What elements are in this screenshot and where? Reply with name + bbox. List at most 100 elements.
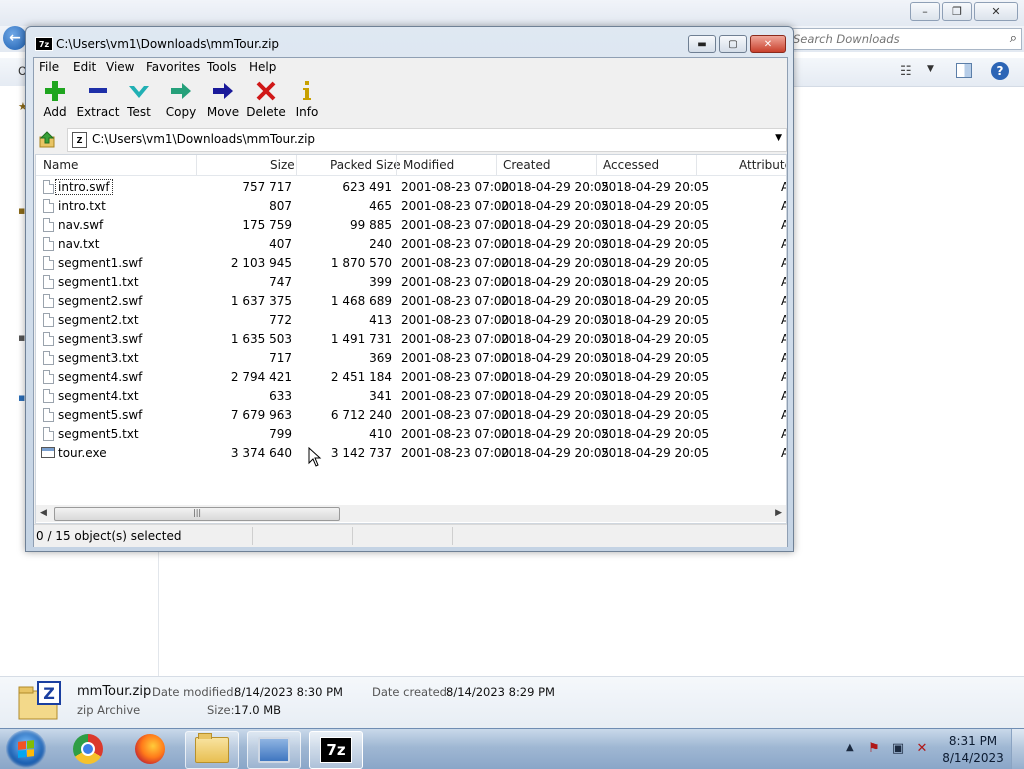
file-modified: 2001-08-23 07:00: [401, 199, 510, 213]
file-name[interactable]: segment1.swf: [58, 256, 142, 270]
chevron-down-icon[interactable]: ▼: [775, 133, 782, 143]
file-row[interactable]: nav.swf 175 759 99 885 2001-08-23 07:00 2018…: [36, 216, 786, 235]
file-modified: 2001-08-23 07:00: [401, 427, 510, 441]
file-name[interactable]: segment3.swf: [58, 332, 142, 346]
file-row[interactable]: segment1.swf 2 103 945 1 870 570 2001-08-23…: [36, 254, 786, 273]
search-input[interactable]: [791, 31, 995, 47]
menu-view[interactable]: View: [106, 60, 134, 74]
clock-time[interactable]: 8:31 PM: [948, 734, 998, 748]
taskbar-explorer-button[interactable]: [185, 731, 239, 769]
details-created-label: Date created:: [372, 685, 451, 699]
info-button[interactable]: Info: [284, 80, 330, 119]
file-row[interactable]: segment4.swf 2 794 421 2 451 184 2001-08-23…: [36, 368, 786, 387]
minimize-icon: ▬: [697, 38, 707, 50]
show-desktop-button[interactable]: [1011, 729, 1024, 769]
file-row[interactable]: segment3.swf 1 635 503 1 491 731 2001-08-23…: [36, 330, 786, 349]
explorer-maximize-button[interactable]: ❐: [942, 2, 972, 21]
explorer-search-box[interactable]: ⌕: [786, 28, 1022, 50]
menu-tools[interactable]: Tools: [207, 60, 237, 74]
address-combobox[interactable]: Z C:\Users\vm1\Downloads\mmTour.zip ▼: [67, 128, 787, 152]
menu-favorites[interactable]: Favorites: [146, 60, 200, 74]
info-icon: [303, 81, 311, 100]
explorer-close-button[interactable]: ✕: [974, 2, 1018, 21]
column-header-created[interactable]: Created: [503, 158, 551, 172]
back-button[interactable]: ←: [3, 26, 27, 50]
column-header-size[interactable]: Size: [270, 158, 295, 172]
file-packed-size: 2 451 184: [330, 370, 392, 384]
file-attributes: A: [781, 180, 786, 194]
volume-muted-icon[interactable]: ✕: [914, 740, 930, 756]
file-row[interactable]: intro.swf 757 717 623 491 2001-08-23 07:00 2…: [36, 178, 786, 197]
menu-edit[interactable]: Edit: [73, 60, 96, 74]
horizontal-scrollbar[interactable]: ◀ ||| ▶: [36, 505, 786, 522]
file-name[interactable]: segment1.txt: [58, 275, 139, 289]
menu-file[interactable]: File: [39, 60, 59, 74]
7zip-titlebar[interactable]: 7z C:\Users\vm1\Downloads\mmTour.zip ▬ ▢…: [26, 27, 793, 57]
scrollbar-thumb[interactable]: |||: [54, 507, 340, 521]
test-button[interactable]: Test: [116, 80, 162, 119]
preview-pane-icon[interactable]: [956, 63, 972, 78]
explorer-minimize-button[interactable]: –: [910, 2, 940, 21]
file-name[interactable]: tour.exe: [58, 446, 107, 460]
column-header-packed-size[interactable]: Packed Size: [330, 158, 401, 172]
file-name[interactable]: segment4.txt: [58, 389, 139, 403]
show-hidden-icons-icon[interactable]: ▲: [846, 742, 854, 753]
file-row[interactable]: segment1.txt 747 399 2001-08-23 07:00 2018-0…: [36, 273, 786, 292]
minimize-button[interactable]: ▬: [688, 35, 716, 53]
file-row[interactable]: segment4.txt 633 341 2001-08-23 07:00 2018-0…: [36, 387, 786, 406]
column-header-accessed[interactable]: Accessed: [603, 158, 659, 172]
file-row[interactable]: segment2.txt 772 413 2001-08-23 07:00 2018-0…: [36, 311, 786, 330]
close-button[interactable]: ✕: [750, 35, 786, 53]
add-button[interactable]: Add: [32, 80, 78, 119]
help-icon[interactable]: ?: [991, 62, 1009, 80]
chevron-down-icon[interactable]: ▼: [927, 64, 934, 74]
file-name[interactable]: intro.swf: [55, 179, 113, 195]
views-icon[interactable]: ☷: [900, 64, 912, 79]
search-icon[interactable]: ⌕: [1010, 31, 1017, 46]
file-row[interactable]: segment5.swf 7 679 963 6 712 240 2001-08-23…: [36, 406, 786, 425]
file-name[interactable]: nav.swf: [58, 218, 103, 232]
taskbar-firefox-button[interactable]: [124, 731, 176, 767]
file-icon: [43, 218, 54, 232]
start-button[interactable]: [6, 730, 46, 768]
file-name[interactable]: segment5.swf: [58, 408, 142, 422]
scroll-right-icon[interactable]: ▶: [775, 508, 782, 518]
maximize-button[interactable]: ▢: [719, 35, 747, 53]
file-row[interactable]: nav.txt 407 240 2001-08-23 07:00 2018-04-29 …: [36, 235, 786, 254]
taskbar-7zip-button[interactable]: 7z: [309, 731, 363, 769]
file-row[interactable]: segment3.txt 717 369 2001-08-23 07:00 2018-0…: [36, 349, 786, 368]
file-row[interactable]: segment2.swf 1 637 375 1 468 689 2001-08-23…: [36, 292, 786, 311]
up-folder-button[interactable]: [39, 131, 57, 149]
file-name[interactable]: intro.txt: [58, 199, 106, 213]
delete-button[interactable]: Delete: [243, 80, 289, 119]
copy-button[interactable]: Copy: [158, 80, 204, 119]
file-name[interactable]: nav.txt: [58, 237, 99, 251]
file-row[interactable]: segment5.txt 799 410 2001-08-23 07:00 2018-0…: [36, 425, 786, 444]
clock-date[interactable]: 8/14/2023: [940, 751, 1006, 765]
extract-button[interactable]: Extract: [75, 80, 121, 119]
taskbar-remote-desktop-button[interactable]: [247, 731, 301, 769]
move-button[interactable]: Move: [200, 80, 246, 119]
file-list[interactable]: Name Size Packed Size Modified Created A…: [35, 154, 787, 524]
file-name[interactable]: segment2.swf: [58, 294, 142, 308]
7zip-app-icon[interactable]: 7z: [35, 37, 53, 51]
file-name[interactable]: segment3.txt: [58, 351, 139, 365]
taskbar-chrome-button[interactable]: [62, 731, 114, 767]
file-name[interactable]: segment2.txt: [58, 313, 139, 327]
application-icon: [41, 447, 55, 458]
action-center-icon[interactable]: ⚑: [866, 740, 882, 756]
copy-arrow-icon: [171, 83, 191, 99]
column-header-attributes[interactable]: Attribute: [739, 158, 786, 172]
menu-help[interactable]: Help: [249, 60, 276, 74]
file-row[interactable]: tour.exe 3 374 640 3 142 737 2001-08-23 07:…: [36, 444, 786, 463]
file-row[interactable]: intro.txt 807 465 2001-08-23 07:00 2018-04-2…: [36, 197, 786, 216]
file-name[interactable]: segment4.swf: [58, 370, 142, 384]
scroll-left-icon[interactable]: ◀: [40, 508, 47, 518]
column-header-name[interactable]: Name: [43, 158, 78, 172]
address-path[interactable]: C:\Users\vm1\Downloads\mmTour.zip: [92, 132, 315, 146]
network-icon[interactable]: ▣: [890, 740, 906, 756]
column-header-modified[interactable]: Modified: [403, 158, 454, 172]
extract-label: Extract: [76, 105, 120, 119]
file-name[interactable]: segment5.txt: [58, 427, 139, 441]
file-size: 807: [269, 199, 292, 213]
